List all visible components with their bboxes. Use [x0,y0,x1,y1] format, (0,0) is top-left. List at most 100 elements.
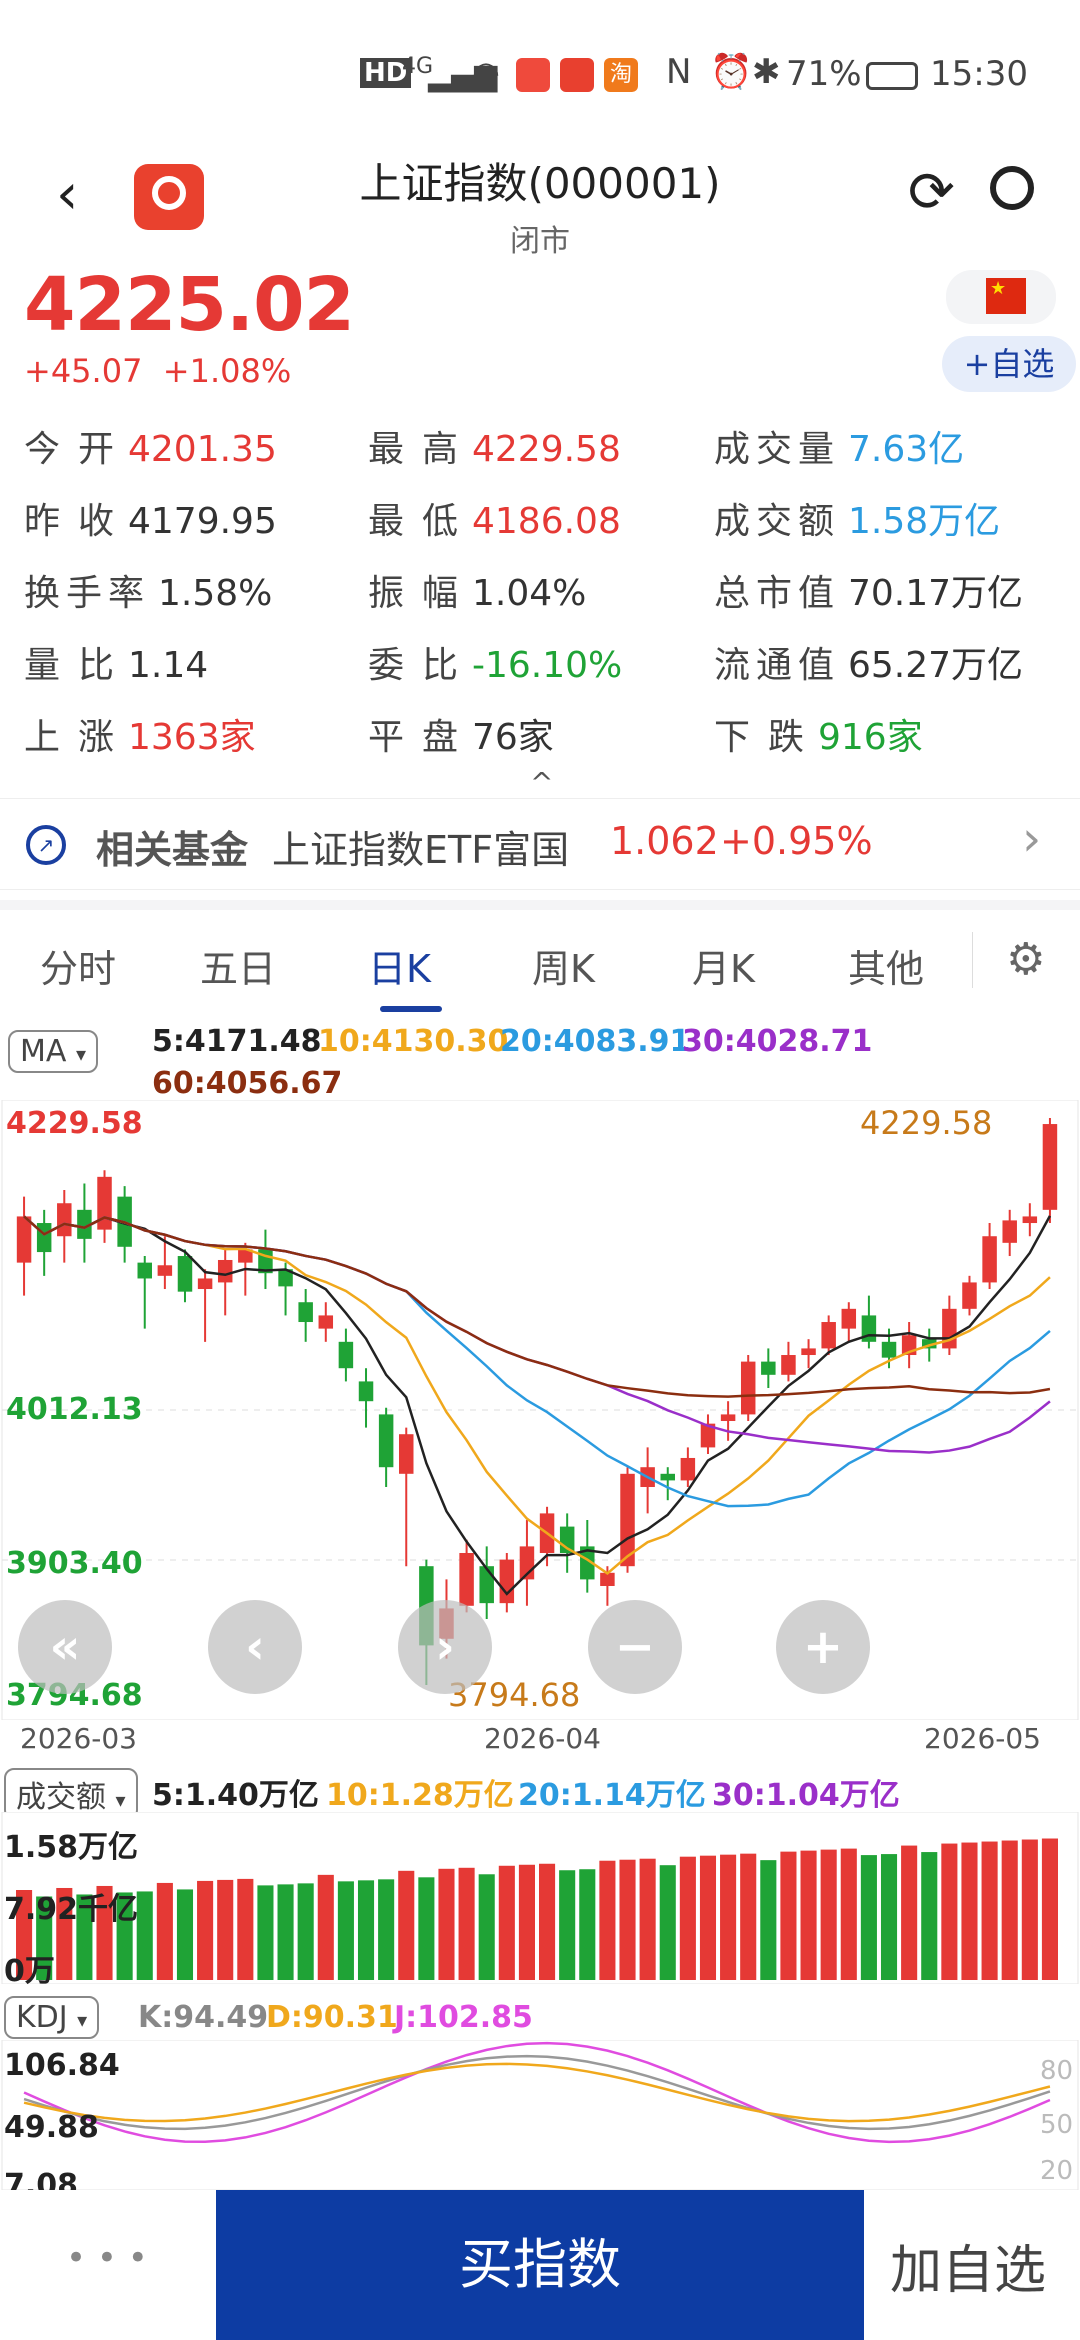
candle-body [399,1434,414,1474]
candle-body [1042,1124,1058,1210]
stat-item: 最低 4186.08 [368,492,621,544]
vol-axis-mid: 7.92千亿 [4,1892,139,1927]
candle-body [217,1259,233,1283]
candle-body [761,1361,776,1375]
vol-ma5: 5:1.40万亿 [152,1778,319,1813]
stat-item: 换手率 1.58% [24,564,272,616]
volume-bar [498,1865,515,1980]
volume-bar [961,1842,978,1980]
volume-bar [840,1848,857,1980]
stat-item: 昨收 4179.95 [24,492,277,544]
stat-value: 1.58% [158,573,273,614]
date-label: 2026-04 [484,1722,601,1755]
price-axis-mid1: 4012.13 [6,1392,143,1427]
volume-bar [337,1881,354,1980]
buy-index-button[interactable]: 买指数 [216,2190,864,2340]
candle-body [157,1265,173,1276]
fund-change: +0.95% [720,819,873,863]
candle-body [982,1236,997,1283]
candle-body [378,1414,394,1468]
candlestick-chart[interactable] [0,1100,1080,1720]
candle-body [781,1355,796,1375]
candle-body [197,1278,213,1290]
stats-row: 今开 4201.35 最高 4229.58 成交量 7.63亿 [24,420,1064,480]
tab-weekly-k[interactable]: 周K [532,938,595,993]
candle-body [459,1552,474,1606]
candle-body [36,1223,52,1253]
kdj-chart[interactable] [0,2040,1080,2190]
stats-row: 量比 1.14 委比 -16.10% 流通值 65.27万亿 [24,636,1064,696]
volume-bar [1021,1839,1038,1980]
tab-five-day[interactable]: 五日 [200,938,276,993]
stats-row: 上涨 1363家 平盘 76家 下跌 916家 [24,708,1064,768]
kdj-tick: 50 [1040,2110,1074,2140]
scroll-start-button[interactable]: « [18,1600,112,1694]
kdj-j: J:102.85 [394,2000,533,2035]
indicator-selector-kdj[interactable]: KDJ ▾ [4,1996,100,2039]
candle-body [298,1302,313,1323]
zoom-out-button[interactable]: − [588,1600,682,1694]
vol-ma10: 10:1.28万亿 [326,1778,514,1813]
stat-label: 下跌 [714,717,804,758]
stat-value: 4201.35 [128,429,277,470]
volume-bar [901,1845,918,1980]
alarm-icon: ⏰ [710,52,753,92]
candle-body [177,1256,193,1292]
add-watchlist-button[interactable]: +自选 [942,336,1076,392]
stat-label: 昨收 [24,501,114,542]
tab-intraday[interactable]: 分时 [40,938,116,993]
bluetooth-icon: ✱ [752,52,781,92]
stat-label: 上涨 [24,717,114,758]
volume-bar [317,1874,334,1980]
settings-gear-icon[interactable]: ⚙ [1006,934,1045,985]
volume-chart[interactable] [0,1812,1080,1984]
max-price-label: 4229.58 [860,1104,993,1142]
market-flag[interactable]: ★ [946,270,1056,324]
kdj-k: K:94.49 [138,2000,269,2035]
price-axis-top: 4229.58 [6,1106,143,1141]
stat-value: 916家 [818,717,923,758]
period-tabs: 分时 五日 日K 周K 月K 其他 ⚙ [0,900,1080,1012]
refresh-icon[interactable]: ⟳ [908,160,955,225]
stat-item: 成交量 7.63亿 [714,420,964,472]
stat-item: 成交额 1.58万亿 [714,492,1000,544]
tab-daily-k[interactable]: 日K [368,938,431,993]
zoom-in-button[interactable]: + [776,1600,870,1694]
volume-bar [760,1860,777,1980]
related-fund-bar[interactable]: ↗ 相关基金 上证指数ETF富国 1.062 +0.95% › [0,798,1080,890]
stat-value: 1363家 [128,717,256,758]
more-button[interactable]: • • • [66,2238,148,2278]
candle-body [57,1203,72,1237]
date-label: 2026-05 [924,1722,1041,1755]
chevron-right-icon: › [1022,811,1042,867]
stat-item: 上涨 1363家 [24,708,256,760]
stat-label: 换手率 [24,573,144,614]
volume-bar [619,1859,636,1980]
collapse-icon[interactable]: ^ [530,766,553,799]
candle-body [841,1308,857,1329]
battery-percent: 71% [786,54,862,94]
stat-value: 7.63亿 [848,429,965,470]
stat-label: 平盘 [368,717,458,758]
volume-bar [378,1879,395,1980]
stat-value: 1.14 [128,645,209,686]
tab-other[interactable]: 其他 [848,938,924,993]
volume-bar [398,1870,415,1980]
kdj-d: D:90.31 [266,2000,398,2035]
candle-body [338,1341,354,1369]
volume-bar [820,1849,837,1980]
vol-ma30: 30:1.04万亿 [712,1778,900,1813]
add-watchlist-bottom-button[interactable]: 加自选 [890,2228,1046,2303]
stat-item: 平盘 76家 [368,708,554,760]
stat-value: 70.17万亿 [848,573,1024,614]
fund-name: 上证指数ETF富国 [272,828,570,872]
tab-monthly-k[interactable]: 月K [692,938,755,993]
search-icon[interactable] [990,166,1034,210]
scroll-right-button[interactable]: › [398,1600,492,1694]
active-tab-indicator [380,1006,442,1012]
volume-bar [639,1858,656,1980]
indicator-selector-ma[interactable]: MA ▾ [8,1030,98,1073]
volume-bar [921,1852,938,1980]
scroll-left-button[interactable]: ‹ [208,1600,302,1694]
volume-bar [217,1879,234,1980]
